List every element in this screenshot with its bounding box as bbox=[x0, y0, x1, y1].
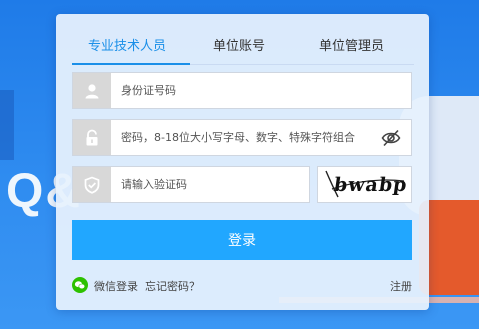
login-panel: 专业技术人员 单位账号 单位管理员 身份证号码 请输入验证码 bwabp 登录 … bbox=[56, 14, 429, 310]
tab-unit-account[interactable]: 单位账号 bbox=[213, 35, 265, 54]
id-number-input[interactable] bbox=[121, 73, 401, 108]
password-input[interactable] bbox=[121, 120, 371, 155]
forgot-password-link[interactable]: 忘记密码？ bbox=[145, 278, 200, 294]
login-type-tabs: 专业技术人员 单位账号 单位管理员 bbox=[72, 32, 414, 65]
password-field bbox=[72, 119, 412, 156]
shield-check-icon bbox=[73, 167, 111, 202]
register-link[interactable]: 注册 bbox=[390, 278, 412, 294]
captcha-text: bwabp bbox=[332, 174, 410, 196]
tab-unit-admin[interactable]: 单位管理员 bbox=[319, 35, 384, 54]
login-button[interactable]: 登录 bbox=[72, 220, 412, 260]
id-number-field bbox=[72, 72, 412, 109]
wechat-icon[interactable] bbox=[72, 277, 88, 293]
captcha-input[interactable] bbox=[121, 167, 301, 202]
captcha-image[interactable]: bwabp bbox=[317, 166, 412, 203]
hide-password-icon[interactable] bbox=[381, 129, 401, 147]
wechat-login-link[interactable]: 微信登录 bbox=[94, 278, 138, 294]
active-tab-indicator bbox=[72, 63, 190, 65]
captcha-field bbox=[72, 166, 310, 203]
background-decoration bbox=[0, 90, 14, 160]
tab-professional[interactable]: 专业技术人员 bbox=[88, 35, 166, 54]
lock-icon bbox=[73, 120, 111, 155]
user-icon bbox=[73, 73, 111, 108]
